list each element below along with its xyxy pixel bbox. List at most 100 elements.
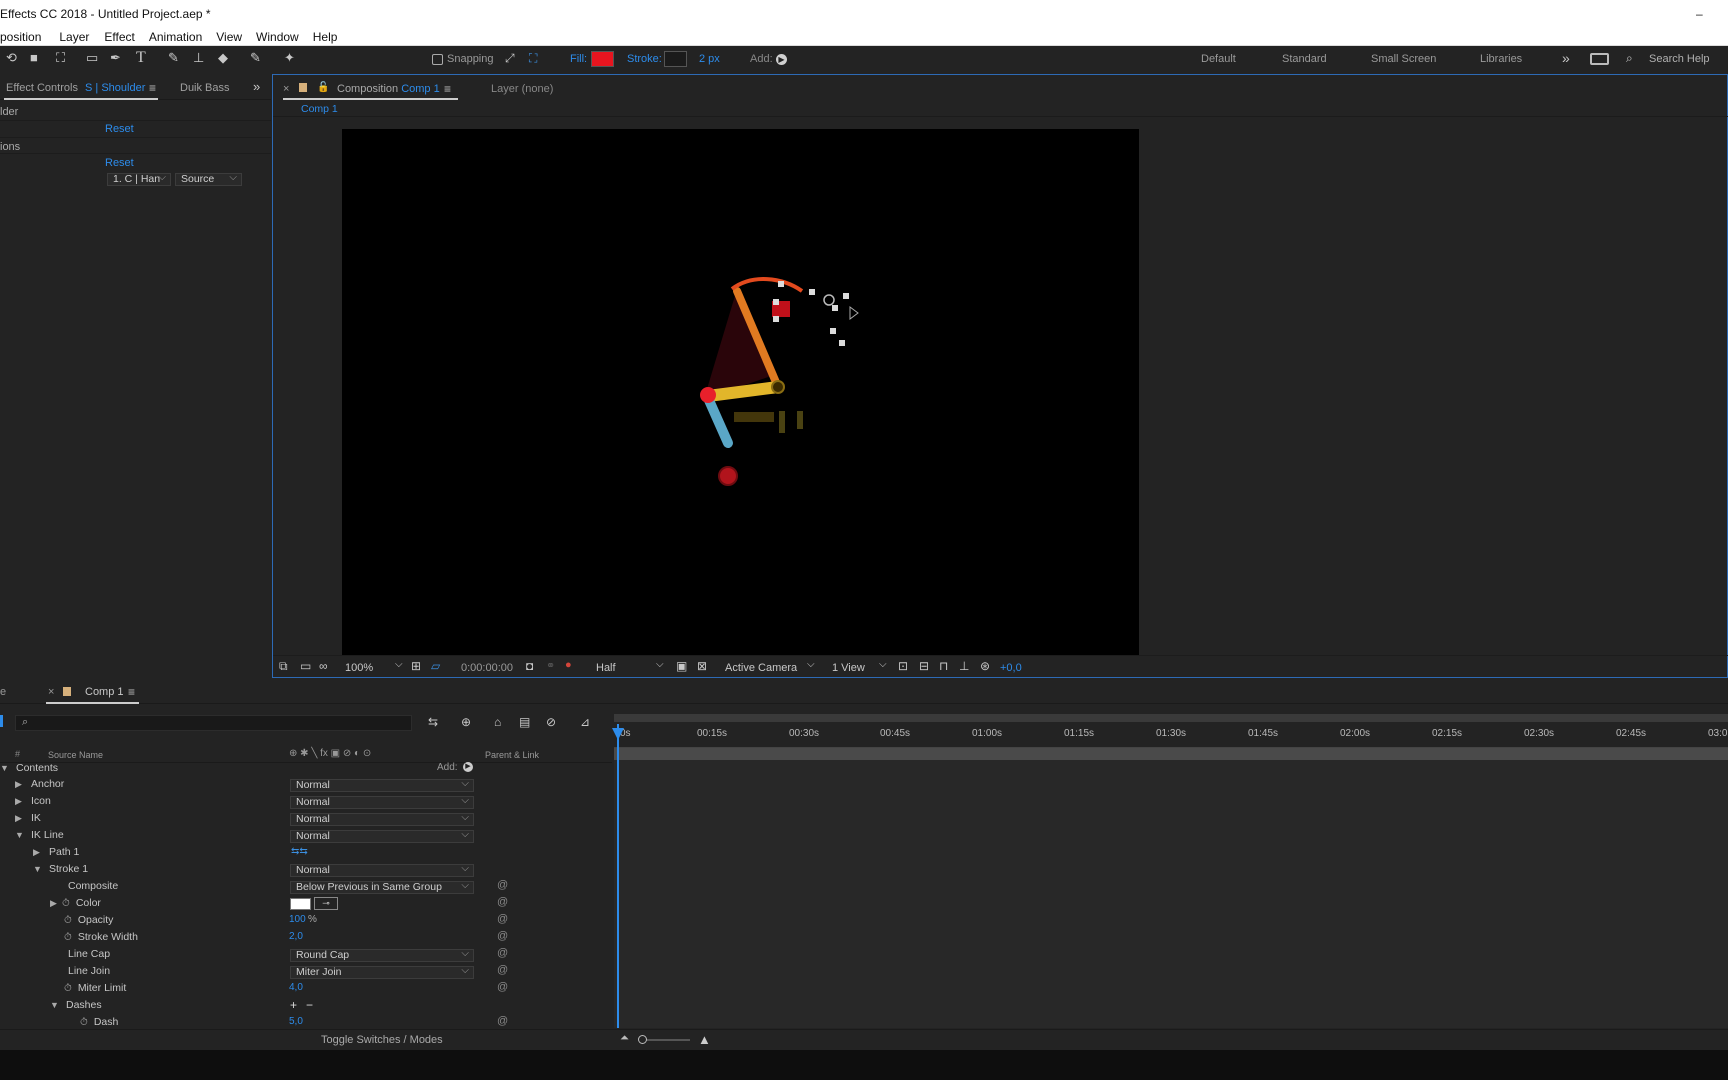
reset-button[interactable]: Reset bbox=[105, 123, 134, 135]
property-row[interactable]: ⏱ Miter Limit bbox=[64, 982, 126, 994]
show-snapshot-icon[interactable]: ⚭ bbox=[546, 659, 555, 672]
expand-triangle-icon[interactable]: ▶ bbox=[50, 898, 60, 909]
zoom-in-icon[interactable]: ▲ bbox=[698, 1032, 711, 1047]
add-content-icon[interactable]: ▶ bbox=[463, 762, 473, 772]
expression-pickwhip-icon[interactable]: @ bbox=[497, 947, 508, 959]
tab-duik-bass[interactable]: Duik Bass bbox=[180, 82, 230, 94]
stopwatch-icon[interactable]: ⏱ bbox=[64, 915, 72, 926]
remove-dash-icon[interactable]: − bbox=[306, 998, 313, 1012]
resolution-select[interactable]: Half bbox=[596, 662, 616, 674]
expand-triangle-icon[interactable]: ▶ bbox=[15, 796, 25, 807]
pen-tool-icon[interactable]: ✒ bbox=[110, 50, 121, 66]
list-item[interactable]: ▶ Path 1 bbox=[33, 846, 79, 858]
timeline-icon[interactable]: ⊓ bbox=[939, 659, 948, 673]
zoom-chevron-down-icon[interactable]: ⌵ bbox=[395, 659, 403, 670]
draft-3d-icon[interactable]: ⊕ bbox=[461, 715, 471, 729]
track-area[interactable] bbox=[614, 760, 1728, 1028]
expand-triangle-icon[interactable]: ▶ bbox=[15, 813, 25, 824]
list-item[interactable]: ▼ Stroke 1 bbox=[33, 863, 88, 875]
fast-previews-icon[interactable]: ▣ bbox=[676, 659, 687, 673]
workspace-small-screen[interactable]: Small Screen bbox=[1371, 53, 1436, 65]
current-time[interactable]: 0:00:00:00 bbox=[461, 662, 513, 674]
mask-visibility-icon[interactable]: ∞ bbox=[319, 659, 328, 673]
exposure-reset-icon[interactable]: ⊛ bbox=[980, 659, 990, 673]
comp-mini-flowchart-icon[interactable]: ⇆ bbox=[428, 715, 438, 729]
list-item[interactable]: ▼ Contents bbox=[0, 762, 58, 774]
expand-triangle-icon[interactable]: ▶ bbox=[33, 847, 43, 858]
snap-edges-icon[interactable]: ⤢ bbox=[505, 51, 515, 66]
stopwatch-icon[interactable]: ⏱ bbox=[64, 983, 72, 994]
minimize-button[interactable]: – bbox=[1696, 0, 1703, 28]
blend-mode-select[interactable]: Normal bbox=[290, 813, 474, 826]
close-tab-icon[interactable]: × bbox=[283, 83, 289, 95]
roto-brush-tool-icon[interactable]: ✎ bbox=[250, 50, 261, 66]
expression-pickwhip-icon[interactable]: @ bbox=[497, 913, 508, 925]
menu-animation[interactable]: Animation bbox=[149, 30, 202, 44]
puppet-pin-tool-icon[interactable]: ✦ bbox=[284, 50, 295, 66]
more-panels-icon[interactable]: » bbox=[253, 79, 260, 94]
snapping-checkbox[interactable] bbox=[432, 54, 443, 65]
monitor-icon[interactable]: ▭ bbox=[300, 659, 311, 673]
resolution-chevron-down-icon[interactable]: ⌵ bbox=[656, 659, 664, 670]
blend-mode-select[interactable]: Normal bbox=[290, 864, 474, 877]
close-tab-icon[interactable]: × bbox=[48, 686, 54, 698]
search-icon[interactable]: ⌕ bbox=[1626, 51, 1633, 66]
property-row[interactable]: ▼ Dashes bbox=[50, 999, 102, 1011]
tab-layer-none[interactable]: Layer (none) bbox=[491, 83, 553, 95]
more-workspaces-icon[interactable]: » bbox=[1562, 50, 1570, 66]
always-preview-icon[interactable]: ⧉ bbox=[279, 659, 288, 674]
frame-blending-icon[interactable]: ▤ bbox=[519, 715, 530, 729]
property-row[interactable]: Composite bbox=[68, 880, 118, 892]
collapse-triangle-icon[interactable]: ▼ bbox=[0, 763, 10, 773]
rectangle-tool-icon[interactable]: ▭ bbox=[86, 50, 98, 66]
color-swatch[interactable] bbox=[290, 898, 311, 910]
pan-behind-tool-icon[interactable]: ⛶ bbox=[56, 50, 65, 66]
parent-link-header[interactable]: Parent & Link bbox=[485, 750, 539, 760]
property-row[interactable]: ⏱ Stroke Width bbox=[64, 931, 138, 943]
menu-help[interactable]: Help bbox=[313, 30, 338, 44]
timeline-tab-comp[interactable]: Comp 1 bbox=[85, 686, 124, 698]
add-dash-icon[interactable]: + bbox=[290, 998, 297, 1012]
composition-viewer[interactable] bbox=[342, 129, 1139, 655]
expression-pickwhip-icon[interactable]: @ bbox=[497, 896, 508, 908]
dash-field[interactable]: 5,0 bbox=[289, 1016, 303, 1027]
fill-label[interactable]: Fill: bbox=[570, 53, 587, 65]
channel-icon[interactable]: ● bbox=[565, 659, 572, 671]
sync-settings-icon[interactable] bbox=[1590, 53, 1609, 65]
composite-select[interactable]: Below Previous in Same Group bbox=[290, 881, 474, 894]
flowchart-icon[interactable]: ⊥ bbox=[959, 659, 969, 673]
property-row[interactable]: Line Join bbox=[68, 965, 110, 977]
view-layout-select[interactable]: 1 View bbox=[832, 662, 865, 674]
exposure-value[interactable]: +0,0 bbox=[1000, 662, 1022, 674]
blend-mode-select[interactable]: Normal bbox=[290, 830, 474, 843]
stopwatch-icon[interactable]: ⏱ bbox=[62, 898, 70, 909]
toggle-switches-modes-button[interactable]: Toggle Switches / Modes bbox=[321, 1034, 443, 1046]
workspace-libraries[interactable]: Libraries bbox=[1480, 53, 1522, 65]
fit-icon[interactable]: ⊞ bbox=[411, 659, 421, 673]
zoom-slider-handle[interactable] bbox=[638, 1035, 647, 1044]
menu-effect[interactable]: Effect bbox=[104, 30, 134, 44]
rotate-tool-icon[interactable]: ⟲ bbox=[6, 50, 17, 66]
eraser-tool-icon[interactable]: ◆ bbox=[218, 50, 228, 66]
eyedropper-icon[interactable]: ⊸ bbox=[314, 897, 338, 910]
expression-pickwhip-icon[interactable]: @ bbox=[497, 981, 508, 993]
transparency-grid-icon[interactable]: ⊠ bbox=[697, 659, 707, 673]
tab-composition[interactable]: Composition Comp 1 bbox=[337, 83, 440, 95]
collapse-triangle-icon[interactable]: ▼ bbox=[33, 864, 43, 874]
toggle-pixel-aspect-icon[interactable]: ⊡ bbox=[898, 659, 908, 673]
zoom-select[interactable]: 100% bbox=[345, 662, 373, 674]
shy-layers-icon[interactable]: ⌂ bbox=[494, 715, 501, 729]
time-navigator[interactable] bbox=[614, 714, 1728, 722]
expression-pickwhip-icon[interactable]: @ bbox=[497, 1015, 508, 1027]
workspace-standard[interactable]: Standard bbox=[1282, 53, 1327, 65]
brush-tool-icon[interactable]: ✎ bbox=[168, 50, 179, 66]
stroke-label[interactable]: Stroke: bbox=[627, 53, 662, 65]
list-item[interactable]: ▶ Anchor bbox=[15, 778, 64, 790]
time-ruler[interactable]: 0s 00:15s 00:30s 00:45s 01:00s 01:15s 01… bbox=[614, 724, 1728, 748]
region-of-interest-icon[interactable]: ▱ bbox=[431, 659, 440, 673]
zoom-slider[interactable] bbox=[640, 1039, 690, 1041]
snap-features-icon[interactable]: ⛶ bbox=[529, 51, 537, 66]
list-item[interactable]: ▼ IK Line bbox=[15, 829, 64, 841]
motion-blur-icon[interactable]: ⊘ bbox=[546, 715, 556, 729]
line-join-select[interactable]: Miter Join bbox=[290, 966, 474, 979]
